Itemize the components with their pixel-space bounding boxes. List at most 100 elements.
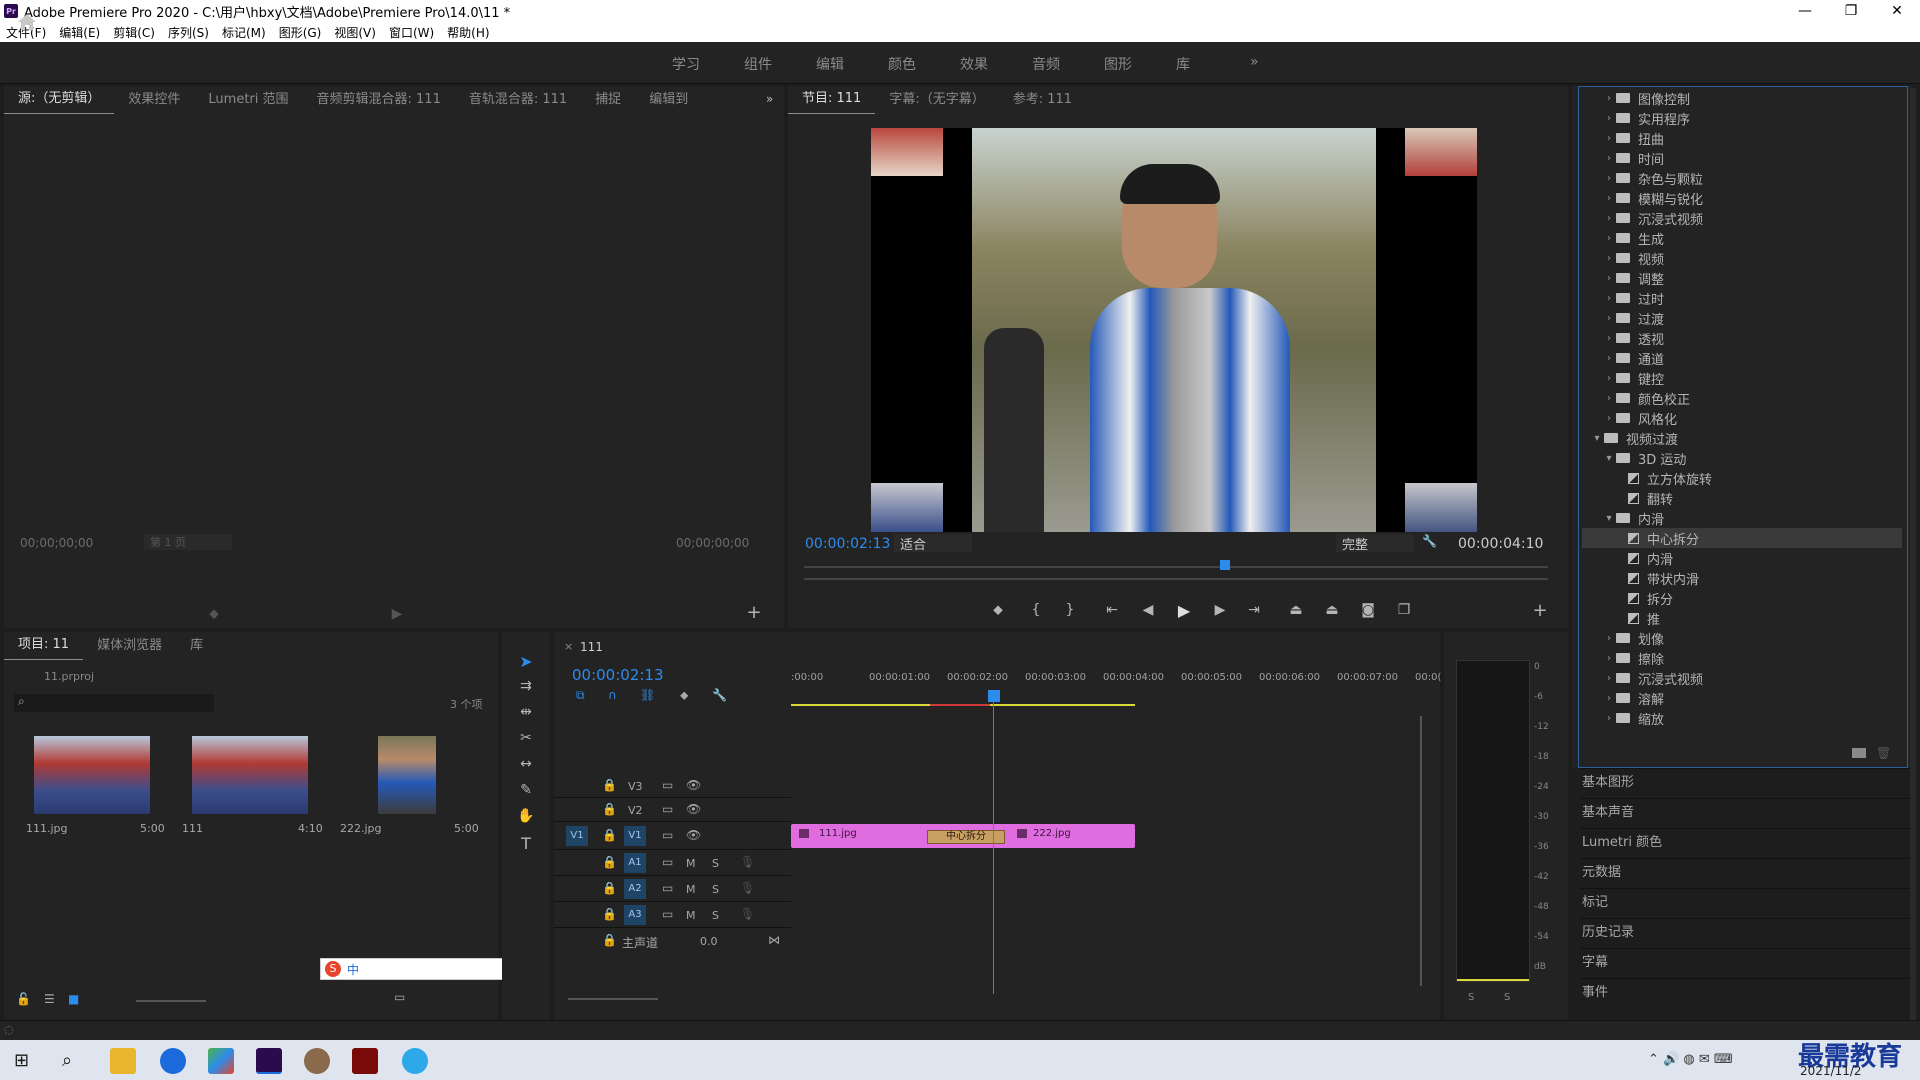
chevron-right-icon[interactable]: › — [1602, 313, 1616, 324]
new-bin-icon[interactable] — [1852, 748, 1866, 758]
source-more-icon[interactable]: » — [766, 92, 773, 106]
selection-tool-icon[interactable]: ➤ — [516, 652, 536, 671]
mic-icon[interactable]: 🎙 — [740, 855, 755, 869]
effects-folder[interactable]: › 生成 — [1582, 228, 1902, 248]
tab-reference[interactable]: 参考: 111 — [999, 86, 1086, 114]
menu-edit[interactable]: 编辑(E) — [59, 24, 100, 41]
slip-tool-icon[interactable]: ↔ — [516, 756, 536, 772]
chevron-right-icon[interactable]: › — [1602, 393, 1616, 404]
section-history[interactable]: 历史记录 — [1580, 918, 1910, 946]
effect-item[interactable]: 翻转 — [1582, 488, 1902, 508]
effects-folder[interactable]: › 溶解 — [1582, 688, 1902, 708]
snap-icon[interactable]: ∩ — [608, 688, 617, 702]
timeline-horizontal-scrollbar[interactable] — [568, 998, 658, 1000]
effects-folder[interactable]: › 视频 — [1582, 248, 1902, 268]
playback-resolution-select[interactable]: 完整 — [1336, 534, 1414, 553]
home-icon[interactable] — [16, 12, 38, 32]
effects-folder[interactable]: › 图像控制 — [1582, 88, 1902, 108]
menu-markers[interactable]: 标记(M) — [222, 24, 266, 41]
effect-item[interactable]: 内滑 — [1582, 548, 1902, 568]
minimize-button[interactable]: — — [1782, 0, 1828, 22]
eye-icon[interactable]: 👁 — [686, 828, 701, 842]
effects-folder[interactable]: › 通道 — [1582, 348, 1902, 368]
icon-view-icon[interactable]: ■ — [68, 992, 79, 1006]
workspace-assembly[interactable]: 组件 — [744, 54, 772, 74]
menu-sequence[interactable]: 序列(S) — [168, 24, 209, 41]
lift-icon[interactable]: ⏏ — [1286, 602, 1306, 618]
solo-right-button[interactable]: S — [1504, 992, 1510, 1003]
effects-folder[interactable]: ▾ 内滑 — [1582, 508, 1902, 528]
chevron-right-icon[interactable]: › — [1602, 133, 1616, 144]
thumbnail-222-image[interactable] — [378, 736, 436, 814]
go-to-end-icon[interactable]: ⋈ — [768, 933, 780, 947]
sync-lock-icon[interactable]: ▭ — [662, 855, 673, 869]
chevron-right-icon[interactable]: › — [1602, 353, 1616, 364]
section-lumetri-color[interactable]: Lumetri 颜色 — [1580, 828, 1910, 856]
close-button[interactable]: ✕ — [1874, 0, 1920, 22]
workspace-more-button[interactable]: » — [1250, 54, 1259, 70]
clip-name[interactable]: 222.jpg — [1033, 828, 1071, 839]
section-markers[interactable]: 标记 — [1580, 888, 1910, 916]
ime-toolbar[interactable]: S 中 — [320, 958, 524, 980]
chevron-right-icon[interactable]: › — [1602, 193, 1616, 204]
mic-icon[interactable]: 🎙 — [740, 881, 755, 895]
program-timecode[interactable]: 00:00:02:13 — [805, 536, 890, 552]
tab-lumetri-scopes[interactable]: Lumetri 范围 — [194, 86, 302, 114]
sync-lock-icon[interactable]: ▭ — [662, 802, 673, 816]
effect-item[interactable]: 中心拆分 — [1582, 528, 1902, 548]
effects-folder[interactable]: ▾ 3D 运动 — [1582, 448, 1902, 468]
section-captions[interactable]: 字幕 — [1580, 948, 1910, 976]
sync-lock-icon[interactable]: ▭ — [662, 907, 673, 921]
chevron-right-icon[interactable]: › — [1602, 273, 1616, 284]
flash-taskbar-icon[interactable] — [352, 1048, 378, 1074]
mute-button[interactable]: M — [686, 883, 696, 896]
ime-mode[interactable]: 中 — [347, 961, 359, 978]
step-back-icon[interactable]: ◀ — [1138, 602, 1158, 618]
tab-source[interactable]: 源:（无剪辑） — [4, 86, 115, 114]
project-search-input[interactable] — [14, 694, 214, 712]
menu-view[interactable]: 视图(V) — [334, 24, 376, 41]
track-target-a1[interactable]: A1 — [624, 853, 646, 873]
workspace-editing[interactable]: 编辑 — [816, 54, 844, 74]
tab-audio-clip-mixer[interactable]: 音频剪辑混合器: 111 — [303, 86, 455, 114]
workspace-learn[interactable]: 学习 — [672, 54, 700, 74]
section-metadata[interactable]: 元数据 — [1580, 858, 1910, 886]
mute-button[interactable]: M — [686, 857, 696, 870]
solo-left-button[interactable]: S — [1468, 992, 1474, 1003]
program-playhead[interactable] — [1220, 560, 1230, 570]
zoom-slider[interactable] — [136, 1000, 206, 1002]
effects-folder[interactable]: › 键控 — [1582, 368, 1902, 388]
tab-project[interactable]: 项目: 11 — [4, 632, 84, 660]
track-target-v1[interactable]: V1 — [624, 826, 646, 846]
effects-folder[interactable]: › 扭曲 — [1582, 128, 1902, 148]
linked-selection-icon[interactable]: ⛓ — [640, 688, 655, 702]
start-icon[interactable]: ⊞ — [14, 1050, 29, 1071]
effects-folder[interactable]: › 过渡 — [1582, 308, 1902, 328]
timeline-playhead-line[interactable] — [993, 702, 994, 994]
pen-tool-icon[interactable]: ✎ — [516, 782, 536, 798]
lock-icon[interactable]: 🔒 — [602, 881, 617, 895]
go-to-out-icon[interactable]: ⇥ — [1244, 602, 1264, 618]
sync-lock-icon[interactable]: ▭ — [662, 828, 673, 842]
close-tab-icon[interactable]: × — [564, 640, 573, 653]
effects-folder[interactable]: › 划像 — [1582, 628, 1902, 648]
export-frame-icon[interactable]: ◙ — [1358, 602, 1378, 618]
eye-icon[interactable]: 👁 — [686, 778, 701, 792]
marker-icon[interactable]: ⬥ — [204, 606, 224, 622]
edge-browser-icon[interactable] — [160, 1048, 186, 1074]
timeline-settings-icon[interactable]: 🔧 — [712, 688, 727, 702]
effects-folder[interactable]: › 模糊与锐化 — [1582, 188, 1902, 208]
tab-captions[interactable]: 字幕:（无字幕） — [875, 86, 998, 114]
tab-program[interactable]: 节目: 111 — [788, 86, 876, 114]
tab-edit-to[interactable]: 编辑到 — [635, 86, 702, 114]
chevron-right-icon[interactable]: › — [1602, 113, 1616, 124]
solo-button[interactable]: S — [712, 909, 719, 922]
master-volume-value[interactable]: 0.0 — [700, 935, 718, 948]
chevron-right-icon[interactable]: › — [1602, 653, 1616, 664]
workspace-audio[interactable]: 音频 — [1032, 54, 1060, 74]
lock-icon[interactable]: 🔒 — [602, 933, 617, 947]
chevron-right-icon[interactable]: › — [1602, 373, 1616, 384]
tab-media-browser[interactable]: 媒体浏览器 — [83, 632, 176, 660]
mute-button[interactable]: M — [686, 909, 696, 922]
menu-clip[interactable]: 剪辑(C) — [113, 24, 155, 41]
